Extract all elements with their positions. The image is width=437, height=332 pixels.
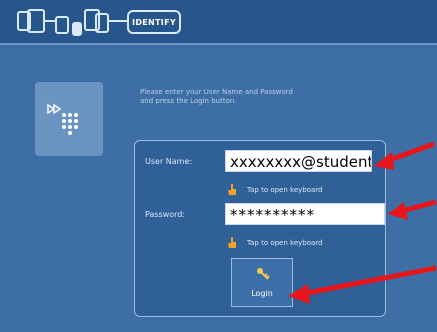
password-field[interactable]: ********** bbox=[225, 203, 385, 225]
username-field[interactable]: xxxxxxxx@student bbox=[225, 150, 372, 172]
step-icon-5 bbox=[95, 13, 109, 33]
top-bar-shadow bbox=[0, 45, 437, 49]
hand-pointer-icon bbox=[228, 233, 237, 252]
key-icon bbox=[255, 266, 271, 286]
step-connector bbox=[45, 20, 55, 22]
keypad-icon bbox=[35, 82, 103, 156]
annotation-arrow-username bbox=[374, 141, 435, 170]
username-keyboard-hint[interactable]: Tap to open keyboard bbox=[228, 180, 323, 199]
top-bar: IDENTIFY bbox=[0, 0, 437, 44]
username-hint-text: Tap to open keyboard bbox=[247, 185, 323, 194]
identify-step-label: IDENTIFY bbox=[127, 10, 181, 34]
step-icon-3 bbox=[55, 16, 69, 34]
instructions-line-1: Please enter your User Name and Password bbox=[140, 88, 293, 96]
username-label: User Name: bbox=[145, 157, 193, 166]
login-button-label: Login bbox=[251, 289, 273, 298]
annotation-arrow-login bbox=[288, 265, 437, 304]
step-connector-2 bbox=[109, 20, 127, 22]
password-hint-text: Tap to open keyboard bbox=[247, 238, 323, 247]
login-button[interactable]: Login bbox=[231, 258, 293, 307]
annotation-arrow-password bbox=[388, 199, 437, 220]
instructions: Please enter your User Name and Password… bbox=[140, 88, 380, 106]
hand-pointer-icon bbox=[228, 180, 237, 199]
instructions-line-2: and press the Login button. bbox=[140, 97, 237, 105]
step-icon-2 bbox=[27, 9, 45, 33]
password-keyboard-hint[interactable]: Tap to open keyboard bbox=[228, 233, 323, 252]
step-icon-active bbox=[72, 22, 82, 36]
password-label: Password: bbox=[145, 210, 186, 219]
